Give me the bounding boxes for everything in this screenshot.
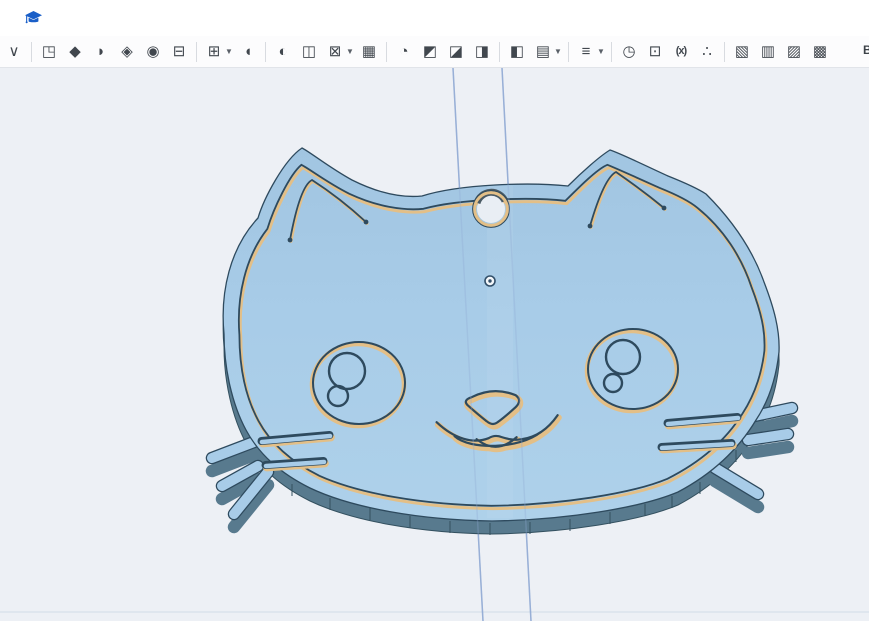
- delete-part-icon[interactable]: ▦: [356, 39, 382, 65]
- toolbar-menu-chevron-icon[interactable]: ∨: [1, 39, 27, 65]
- toolbar-separator: [611, 42, 612, 62]
- toolbar-separator: [31, 42, 32, 62]
- toolbar-separator: [265, 42, 266, 62]
- variables-icon[interactable]: (x): [668, 39, 694, 65]
- top-app-bar: [0, 0, 869, 36]
- loft-icon[interactable]: ◈: [114, 39, 140, 65]
- part-studio-icon[interactable]: ▥: [755, 39, 781, 65]
- split-icon[interactable]: ◫: [296, 39, 322, 65]
- assembly-context-icon[interactable]: ∴: [694, 39, 720, 65]
- toolbar-separator: [724, 42, 725, 62]
- draft-icon[interactable]: ◪: [443, 39, 469, 65]
- toolbar-separator: [499, 42, 500, 62]
- history-icon[interactable]: ◷: [616, 39, 642, 65]
- chamfer-icon[interactable]: ◩: [417, 39, 443, 65]
- toolbar-separator: [568, 42, 569, 62]
- graphics-viewport[interactable]: [0, 68, 869, 621]
- appearance-dropdown-chevron-icon[interactable]: ▼: [596, 39, 606, 65]
- clipped-panel-label: B: [863, 43, 869, 61]
- feature-toolbar: ∨◳◆◗◈◉⊟⊞▼◖◐◫⊠▼▦◔◩◪◨◧▤▼≡▼◷⊡(x)∴▧▥▨▩B: [0, 36, 869, 68]
- graduation-cap-icon[interactable]: [24, 10, 43, 27]
- drawing-icon[interactable]: ▨: [781, 39, 807, 65]
- import-icon[interactable]: ⊡: [642, 39, 668, 65]
- thicken-icon[interactable]: ⊟: [166, 39, 192, 65]
- render-icon[interactable]: ▩: [807, 39, 833, 65]
- toolbar-separator: [196, 42, 197, 62]
- wrap-icon[interactable]: ◖: [235, 39, 261, 65]
- sheet-metal-dropdown-chevron-icon[interactable]: ▼: [553, 39, 563, 65]
- boolean-icon[interactable]: ◐: [270, 39, 296, 65]
- revolve-icon[interactable]: ◆: [62, 39, 88, 65]
- export-icon[interactable]: ▧: [729, 39, 755, 65]
- extrude-icon[interactable]: ◳: [36, 39, 62, 65]
- hole-icon[interactable]: ◉: [140, 39, 166, 65]
- toolbar-separator: [386, 42, 387, 62]
- transform-dropdown-chevron-icon[interactable]: ▼: [345, 39, 355, 65]
- sketch-origin-point[interactable]: [485, 276, 495, 286]
- shell-icon[interactable]: ◨: [469, 39, 495, 65]
- pattern-dropdown-chevron-icon[interactable]: ▼: [224, 39, 234, 65]
- sweep-icon[interactable]: ◗: [88, 39, 114, 65]
- fillet-icon[interactable]: ◔: [391, 39, 417, 65]
- keychain-hole[interactable]: [473, 191, 510, 228]
- plane-icon[interactable]: ◧: [504, 39, 530, 65]
- face-highlight-band: [487, 186, 513, 518]
- model-canvas[interactable]: [0, 68, 869, 621]
